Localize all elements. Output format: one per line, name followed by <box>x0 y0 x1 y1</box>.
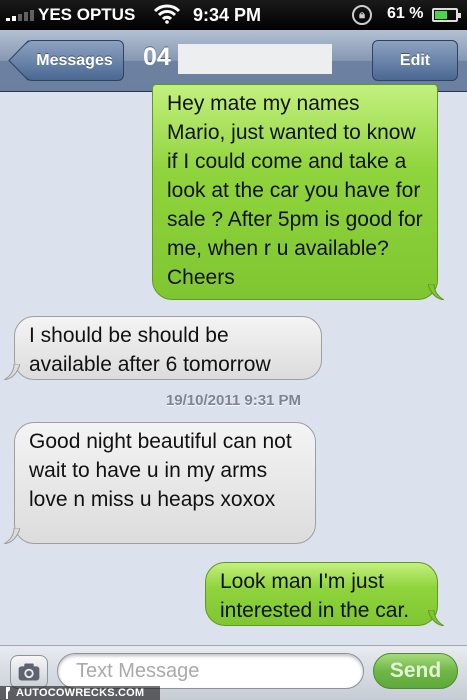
redacted-number <box>178 44 332 74</box>
message-list[interactable]: Hey mate my names Mario, just wanted to … <box>0 84 467 645</box>
camera-icon <box>18 663 40 681</box>
message-sent: Look man I'm just interested in the car. <box>205 562 438 626</box>
status-bar: YES OPTUS 9:34 PM 🔒︎ 61 % <box>0 0 467 30</box>
bubble-tail-icon <box>4 528 20 544</box>
watermark-text: AUTOCOWRECKS.COM <box>16 687 145 699</box>
bubble-tail-icon <box>428 610 444 626</box>
conversation-title: 04 <box>143 43 171 71</box>
message-timestamp: 19/10/2011 9:31 PM <box>165 392 302 409</box>
message-received: I should be should be available after 6 … <box>14 316 322 380</box>
watermark: AUTOCOWRECKS.COM <box>0 686 160 700</box>
carrier-name: YES OPTUS <box>38 5 136 24</box>
orientation-lock-icon: 🔒︎ <box>352 5 372 25</box>
battery-icon <box>432 8 461 22</box>
message-received: Good night beautiful can not wait to hav… <box>14 422 316 544</box>
clock: 9:34 PM <box>193 5 262 25</box>
send-button[interactable]: Send <box>373 653 458 689</box>
message-input[interactable] <box>57 653 364 689</box>
edit-button[interactable]: Edit <box>372 40 458 81</box>
messages-back-button[interactable]: Messages <box>8 40 124 81</box>
signal-icon <box>6 9 34 21</box>
bubble-tail-icon <box>4 364 20 380</box>
nav-bar: Messages 04 Edit <box>0 30 467 92</box>
bubble-tail-icon <box>428 284 444 300</box>
wrench-icon <box>6 687 10 699</box>
battery-percent: 61 % <box>387 5 424 22</box>
message-sent: Hey mate my names Mario, just wanted to … <box>152 84 438 300</box>
camera-button[interactable] <box>10 655 48 689</box>
back-button-label: Messages <box>26 40 124 81</box>
wifi-icon <box>154 4 180 24</box>
